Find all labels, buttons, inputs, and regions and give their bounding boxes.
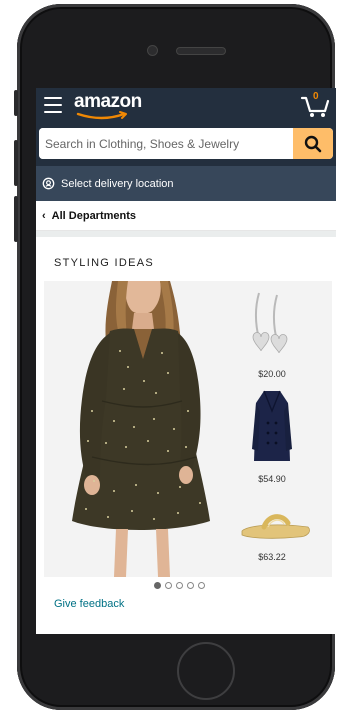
logo-text: amazon bbox=[74, 91, 142, 112]
earrings-item[interactable]: $20.00 bbox=[232, 364, 312, 382]
earrings-price: $20.00 bbox=[258, 369, 286, 379]
carousel-indicator bbox=[154, 582, 205, 589]
cart-count-badge: 0 bbox=[313, 91, 319, 102]
carousel-dot[interactable] bbox=[198, 582, 205, 589]
search-input[interactable] bbox=[39, 128, 293, 159]
chevron-left-icon: ‹ bbox=[42, 209, 46, 222]
earrings-product-image[interactable] bbox=[249, 289, 289, 355]
app-screen: amazon 0 Search in Clothing, Shoes & Jew… bbox=[36, 88, 336, 634]
mute-switch[interactable] bbox=[14, 90, 18, 116]
location-pin-icon bbox=[42, 177, 55, 190]
styling-ideas-title: STYLING IDEAS bbox=[54, 257, 155, 269]
top-navigation-bar: amazon 0 bbox=[36, 88, 336, 166]
delivery-location-label: Select delivery location bbox=[61, 177, 174, 190]
coat-product-image[interactable] bbox=[252, 389, 292, 467]
speaker-grille bbox=[177, 48, 225, 54]
hamburger-icon[interactable] bbox=[44, 97, 62, 113]
carousel-dot[interactable] bbox=[165, 582, 172, 589]
carousel-dot[interactable] bbox=[176, 582, 183, 589]
delivery-location-bar[interactable]: Select delivery location bbox=[36, 166, 336, 201]
coat-price: $54.90 bbox=[258, 474, 286, 484]
logo-smile-icon bbox=[76, 111, 127, 120]
home-button[interactable] bbox=[177, 642, 235, 700]
dress-product-image[interactable] bbox=[64, 281, 214, 577]
all-departments-link[interactable]: ‹ All Departments bbox=[36, 201, 336, 231]
search-bar bbox=[39, 128, 333, 159]
carousel-dot[interactable] bbox=[187, 582, 194, 589]
camera-icon bbox=[148, 46, 157, 55]
carousel-dot[interactable] bbox=[154, 582, 161, 589]
search-button[interactable] bbox=[293, 128, 333, 159]
amazon-logo[interactable]: amazon bbox=[74, 91, 142, 120]
sandals-item[interactable]: $63.22 bbox=[232, 547, 312, 565]
coat-item[interactable]: $54.90 bbox=[232, 469, 312, 487]
give-feedback-link[interactable]: Give feedback bbox=[54, 598, 124, 610]
search-icon bbox=[304, 135, 322, 152]
cart-icon[interactable]: 0 bbox=[300, 91, 330, 118]
sandals-product-image[interactable] bbox=[238, 509, 312, 541]
volume-down-button[interactable] bbox=[14, 196, 18, 242]
styling-ideas-card: STYLING IDEAS $20.00 $54.90 $63.22 Give … bbox=[36, 237, 336, 634]
all-departments-label: All Departments bbox=[51, 209, 137, 222]
volume-up-button[interactable] bbox=[14, 140, 18, 186]
styling-carousel-slide[interactable]: $20.00 $54.90 $63.22 bbox=[44, 281, 332, 577]
sandals-price: $63.22 bbox=[258, 552, 286, 562]
